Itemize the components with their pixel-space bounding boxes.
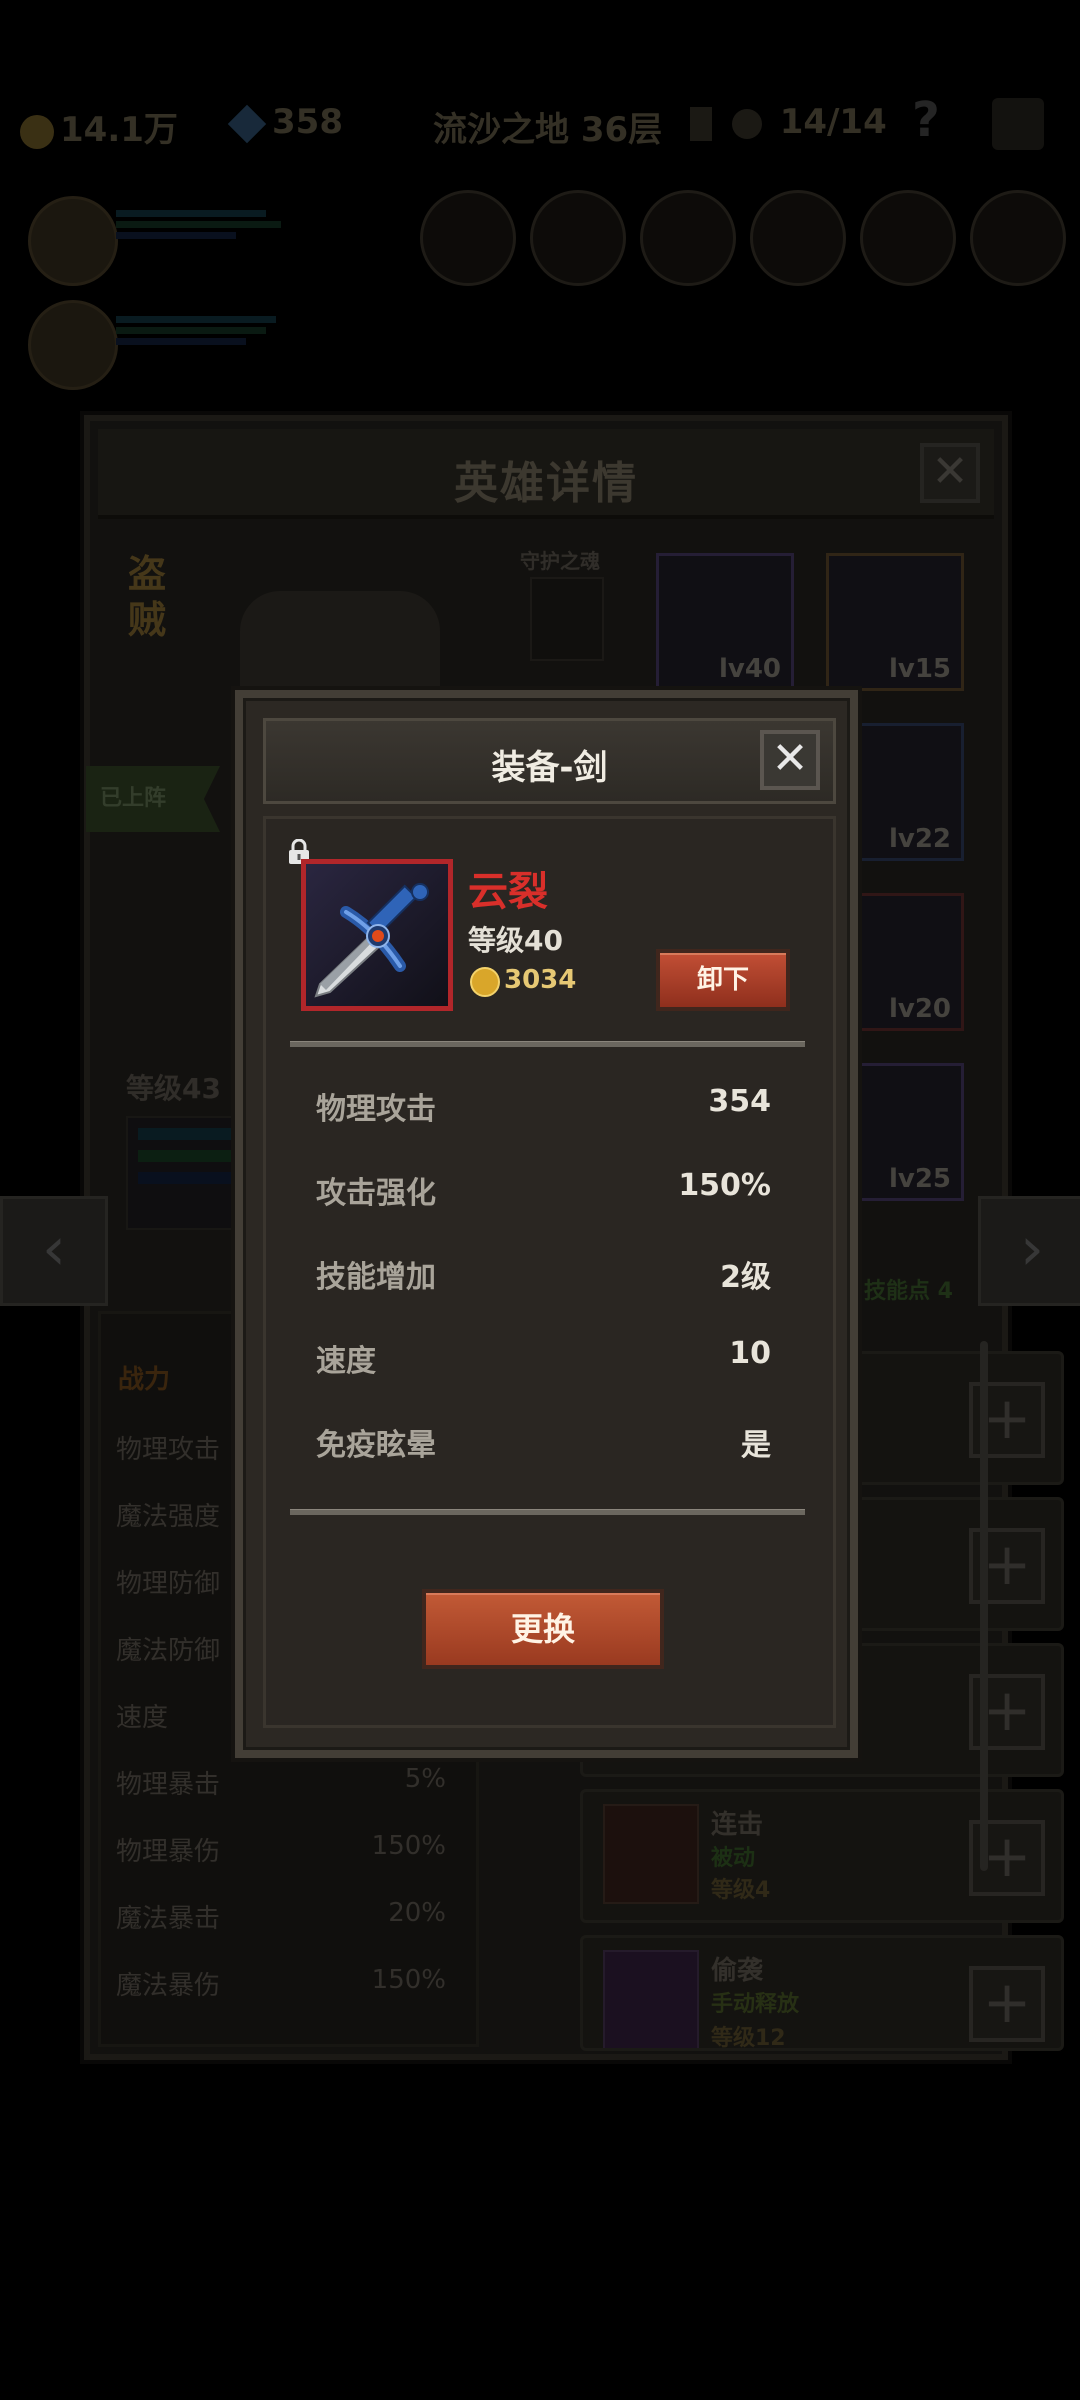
attribute-name: 攻击强化 [316, 1176, 436, 1211]
attribute-row: 物理攻击 354 [316, 1084, 771, 1127]
unequip-button[interactable]: 卸下 [656, 949, 790, 1011]
attribute-name: 速度 [316, 1344, 376, 1379]
item-level: 等级40 [468, 924, 563, 957]
divider-top [290, 1041, 805, 1047]
popup-title-bar: 装备-剑 [263, 718, 836, 804]
sword-icon [306, 864, 448, 1006]
divider-bottom [290, 1509, 805, 1515]
popup-close-button[interactable]: ✕ [760, 730, 820, 790]
attribute-row: 技能增加 2级 [316, 1252, 771, 1295]
attribute-row: 速度 10 [316, 1336, 771, 1379]
attribute-name: 技能增加 [316, 1260, 436, 1295]
attribute-value: 150% [678, 1168, 771, 1203]
attribute-row: 免疫眩晕 是 [316, 1420, 771, 1463]
attribute-name: 物理攻击 [316, 1092, 436, 1127]
attribute-value: 是 [741, 1428, 771, 1463]
attribute-value: 10 [729, 1336, 771, 1371]
equipment-popup: 装备-剑 ✕ 云裂 等级40 3034 卸下 物理攻击 354 攻击强化 150… [235, 690, 858, 1758]
attribute-value: 2级 [720, 1260, 771, 1295]
replace-button[interactable]: 更换 [422, 1589, 664, 1669]
popup-title: 装备-剑 [491, 748, 608, 788]
attribute-row: 攻击强化 150% [316, 1168, 771, 1211]
attribute-name: 免疫眩晕 [316, 1428, 436, 1463]
attribute-value: 354 [708, 1084, 771, 1119]
gold-coin-icon [470, 967, 500, 997]
item-name: 云裂 [468, 869, 548, 915]
popup-content: 云裂 等级40 3034 卸下 物理攻击 354 攻击强化 150% 技能增加 2级速度 1… [263, 816, 836, 1728]
sword-item-icon[interactable] [301, 859, 453, 1011]
item-gold-value: 3034 [504, 965, 577, 995]
